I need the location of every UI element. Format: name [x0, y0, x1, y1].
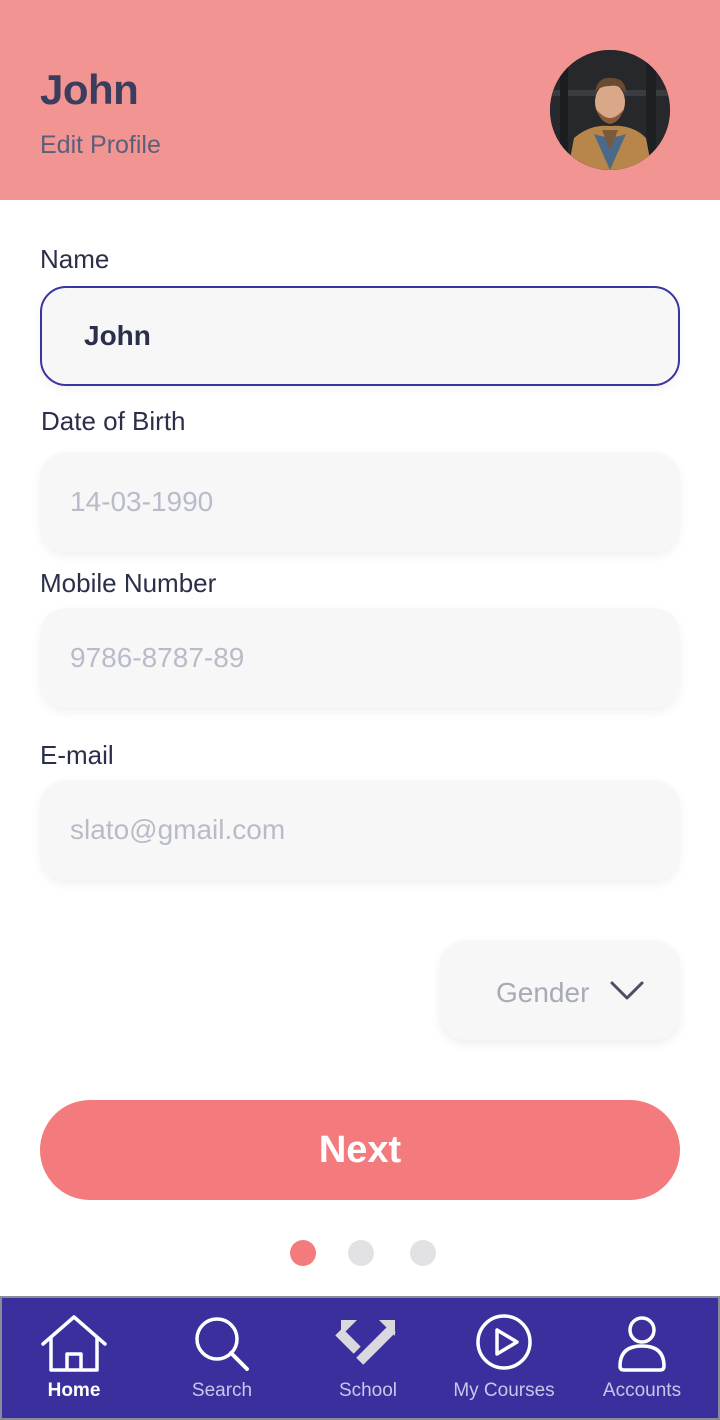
- search-icon: [195, 1317, 249, 1371]
- tab-school-label: School: [338, 1380, 398, 1401]
- tab-accounts[interactable]: Accounts: [570, 1298, 714, 1418]
- tab-home-label: Home: [47, 1380, 101, 1401]
- bottom-tab-bar: Home Search School My Courses Accounts: [0, 1296, 720, 1420]
- page-dot-3[interactable]: [410, 1240, 436, 1266]
- user-icon: [618, 1316, 666, 1372]
- tab-accounts-label: Accounts: [602, 1380, 682, 1401]
- tab-my-courses-label: My Courses: [453, 1380, 555, 1401]
- page-dot-2[interactable]: [348, 1240, 374, 1266]
- tab-search-label: Search: [191, 1380, 253, 1401]
- email-field[interactable]: slato@gmail.com: [40, 780, 680, 880]
- edit-profile-title: Edit Profile: [40, 131, 161, 159]
- avatar-photo: [550, 50, 670, 170]
- profile-name: John: [40, 66, 139, 113]
- avatar[interactable]: [550, 50, 670, 170]
- name-field[interactable]: John: [40, 286, 680, 386]
- chevron-down-icon: [610, 981, 644, 1000]
- home-icon: [41, 1315, 107, 1372]
- mobile-field[interactable]: 9786-8787-89: [40, 608, 680, 708]
- mobile-label: Mobile Number: [40, 568, 217, 598]
- dob-label: Date of Birth: [41, 406, 186, 436]
- tab-home[interactable]: Home: [2, 1298, 146, 1418]
- tab-my-courses[interactable]: My Courses: [432, 1298, 576, 1418]
- name-label: Name: [40, 244, 110, 274]
- tab-school[interactable]: School: [296, 1298, 440, 1418]
- dob-field[interactable]: 14-03-1990: [40, 452, 680, 552]
- email-label: E-mail: [40, 740, 114, 770]
- play-circle-icon: [476, 1314, 532, 1370]
- next-button[interactable]: Next: [40, 1100, 680, 1200]
- profile-header: John Edit Profile: [0, 0, 720, 200]
- tab-search[interactable]: Search: [150, 1298, 294, 1418]
- page-dot-1[interactable]: [290, 1240, 316, 1266]
- gender-dropdown[interactable]: Gender: [440, 940, 680, 1040]
- school-arrows-icon: [335, 1320, 396, 1365]
- gender-placeholder: Gender: [496, 977, 590, 1008]
